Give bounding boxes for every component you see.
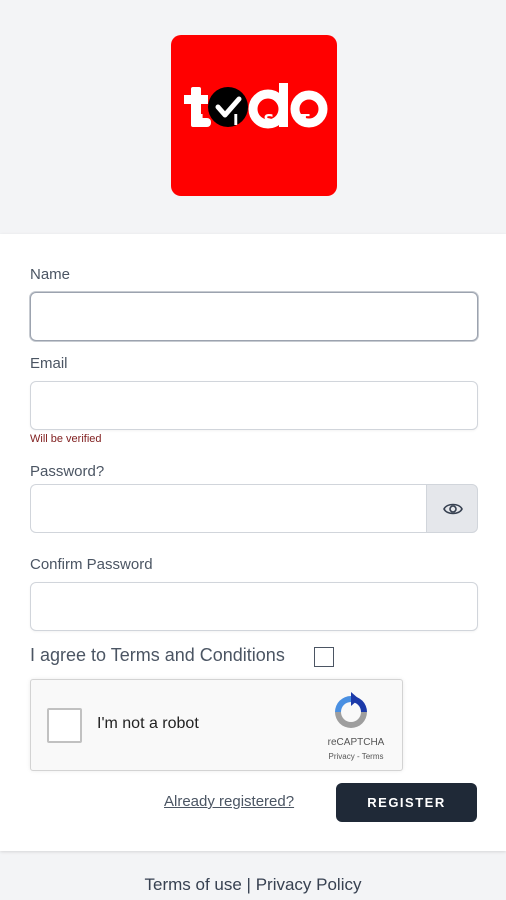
logo-subtitle: LIST (198, 111, 335, 129)
recaptcha-checkbox[interactable] (47, 708, 82, 743)
terms-checkbox[interactable] (314, 647, 334, 667)
terms-label: I agree to Terms and Conditions (30, 645, 285, 665)
header-area: LIST (0, 0, 506, 234)
confirm-password-input[interactable] (30, 582, 478, 631)
confirm-password-label: Confirm Password (30, 556, 153, 573)
name-label: Name (30, 266, 71, 283)
register-button[interactable]: REGISTER (336, 783, 477, 822)
email-hint: Will be verified (30, 433, 102, 445)
password-input[interactable] (30, 484, 427, 533)
recaptcha-brand: reCAPTCHA (327, 737, 385, 748)
footer: Terms of use | Privacy Policy (0, 875, 506, 895)
terms-of-use-link[interactable]: Terms of use (144, 875, 241, 894)
email-input[interactable] (30, 381, 478, 430)
footer-separator: | (246, 875, 251, 894)
already-registered-link[interactable]: Already registered? (164, 793, 294, 810)
privacy-policy-link[interactable]: Privacy Policy (256, 875, 362, 894)
email-label: Email (30, 355, 68, 372)
recaptcha-links[interactable]: Privacy - Terms (316, 752, 396, 761)
name-input[interactable] (30, 292, 478, 341)
password-group (30, 484, 478, 533)
recaptcha-logo-icon (335, 692, 367, 728)
todo-list-logo: LIST (171, 35, 337, 196)
recaptcha-widget: I'm not a robot reCAPTCHA Privacy - Term… (30, 679, 403, 771)
eye-icon (443, 503, 463, 515)
password-label: Password? (30, 463, 105, 480)
show-password-button[interactable] (426, 484, 478, 533)
recaptcha-label: I'm not a robot (97, 715, 199, 732)
